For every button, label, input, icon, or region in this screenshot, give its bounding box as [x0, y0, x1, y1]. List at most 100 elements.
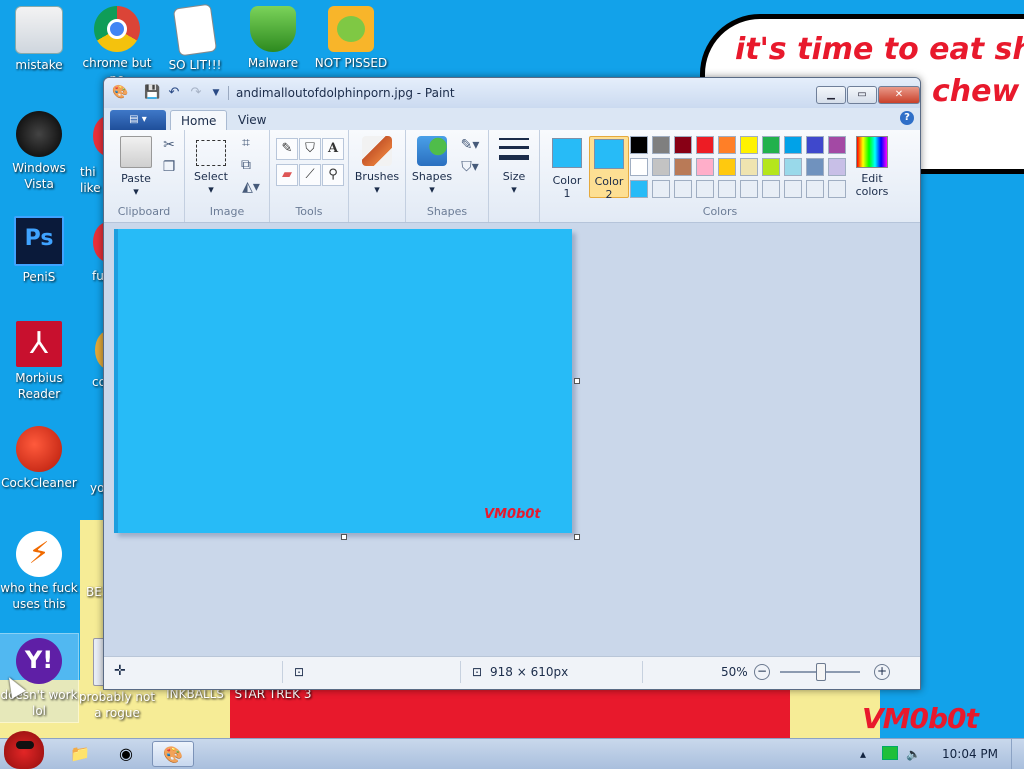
palette-color-swatch[interactable] [696, 180, 714, 198]
close-button[interactable]: ✕ [878, 86, 920, 104]
desktop-icon-label: SO LIT!!! [168, 58, 222, 72]
palette-color-swatch[interactable] [696, 158, 714, 176]
desktop-icon-who-uses-this[interactable]: ⚡ who the fuck uses this [0, 527, 78, 612]
desktop-icon-chrome[interactable]: chrome but no [78, 2, 156, 87]
zoom-out-button[interactable]: − [754, 664, 770, 680]
palette-color-swatch[interactable] [828, 136, 846, 154]
quick-access-dropdown-icon[interactable]: ▼ [208, 85, 224, 101]
zoom-level: 50% [721, 665, 748, 679]
text-icon[interactable]: A [322, 138, 344, 160]
palette-color-swatch[interactable] [828, 158, 846, 176]
help-icon[interactable]: ? [900, 111, 914, 125]
palette-color-swatch[interactable] [652, 136, 670, 154]
paint-window: 🎨 💾 ↶ ↷ ▼ andimalloutofdolphinporn.jpg -… [103, 77, 921, 690]
fill-icon[interactable]: ⛉▾ [456, 158, 484, 176]
fill-bucket-icon[interactable]: ⛉ [299, 138, 321, 160]
palette-color-swatch[interactable] [762, 180, 780, 198]
resize-handle-corner[interactable] [574, 534, 580, 540]
palette-color-swatch[interactable] [674, 158, 692, 176]
palette-color-swatch[interactable] [806, 158, 824, 176]
palette-color-swatch[interactable] [784, 158, 802, 176]
desktop-icon-label: Morbius Reader [15, 371, 63, 401]
select-button[interactable]: Select ▾ [191, 136, 231, 196]
palette-color-swatch[interactable] [762, 136, 780, 154]
taskbar-chrome-button[interactable]: ◉ [106, 741, 146, 767]
color-picker-icon[interactable]: ⟋ [299, 164, 321, 186]
cut-icon[interactable]: ✂ [160, 136, 178, 154]
palette-color-swatch[interactable] [740, 180, 758, 198]
group-size: Size ▾ [489, 130, 540, 222]
maximize-button[interactable]: ▭ [847, 86, 877, 104]
show-hidden-icons-button[interactable]: ▴ [860, 747, 866, 761]
paint-menu-button[interactable]: ▤ ▾ [110, 110, 166, 130]
copy-icon[interactable]: ❐ [160, 158, 178, 176]
zoom-slider-thumb[interactable] [816, 663, 826, 681]
tab-home[interactable]: Home [170, 110, 228, 131]
magnifier-icon[interactable]: ⚲ [322, 164, 344, 186]
desktop-icon-not-pissed[interactable]: NOT PISSED [312, 2, 390, 71]
palette-color-swatch[interactable] [718, 158, 736, 176]
desktop-icon-ccleaner[interactable]: CockCleaner [0, 422, 78, 491]
brushes-button[interactable]: Brushes ▾ [353, 136, 401, 196]
shapes-button[interactable]: Shapes ▾ [410, 136, 454, 196]
clock[interactable]: 10:04 PM [942, 747, 998, 761]
outline-icon[interactable]: ✎▾ [456, 136, 484, 154]
palette-color-swatch[interactable] [718, 180, 736, 198]
undo-icon[interactable]: ↶ [166, 85, 182, 101]
palette-color-swatch[interactable] [740, 158, 758, 176]
tab-view[interactable]: View [228, 110, 276, 130]
palette-color-swatch[interactable] [784, 136, 802, 154]
color2-button[interactable]: Color 2 [589, 136, 629, 201]
redo-icon[interactable]: ↷ [188, 85, 204, 101]
palette-color-swatch[interactable] [784, 180, 802, 198]
size-button[interactable]: Size ▾ [495, 138, 533, 196]
palette-color-swatch[interactable] [630, 158, 648, 176]
palette-color-swatch[interactable] [630, 180, 648, 198]
taskbar-explorer-button[interactable]: 📁 [60, 741, 100, 767]
desktop-icon-mistake[interactable]: mistake [0, 2, 78, 73]
rotate-icon[interactable]: ◭▾ [237, 178, 265, 196]
taskbar-paint-button[interactable]: 🎨 [152, 741, 194, 767]
save-icon[interactable]: 💾 [144, 85, 160, 101]
desktop-icon-malware[interactable]: Malware [234, 2, 312, 71]
desktop-icon-solitaire[interactable]: SO LIT!!! [156, 2, 234, 73]
palette-color-swatch[interactable] [674, 180, 692, 198]
palette-color-swatch[interactable] [762, 158, 780, 176]
ribbon-tabs: ▤ ▾ Home View ? [104, 108, 920, 131]
palette-color-swatch[interactable] [674, 136, 692, 154]
paste-button[interactable]: Paste ▾ [112, 136, 160, 198]
color1-button[interactable]: Color 1 [548, 136, 586, 200]
drawing-canvas[interactable]: VM0b0t [114, 229, 572, 533]
paint-app-icon[interactable]: 🎨 [112, 85, 128, 101]
palette-color-swatch[interactable] [696, 136, 714, 154]
paint-app-icon: 🎨 [163, 745, 183, 764]
palette-color-swatch[interactable] [652, 180, 670, 198]
resize-icon[interactable]: ⧉ [237, 156, 255, 174]
zoom-in-button[interactable]: + [874, 664, 890, 680]
palette-color-swatch[interactable] [652, 158, 670, 176]
resize-handle-right[interactable] [574, 378, 580, 384]
network-icon[interactable] [882, 746, 898, 763]
show-desktop-button[interactable] [1011, 739, 1024, 769]
palette-color-swatch[interactable] [828, 180, 846, 198]
palette-color-swatch[interactable] [806, 180, 824, 198]
selection-size-icon: ⊡ [294, 665, 305, 679]
eraser-icon[interactable]: ▰ [276, 164, 298, 186]
palette-color-swatch[interactable] [806, 136, 824, 154]
palette-color-swatch[interactable] [740, 136, 758, 154]
desktop-icon-photoshop[interactable]: Ps PeniS [0, 212, 78, 285]
desktop-icon-morbius-reader[interactable]: ⅄ Morbius Reader [0, 317, 78, 402]
canvas-workspace[interactable]: VM0b0t [104, 223, 920, 657]
volume-icon[interactable]: 🔈 [906, 747, 921, 761]
palette-color-swatch[interactable] [718, 136, 736, 154]
start-button[interactable] [4, 731, 44, 769]
title-bar[interactable]: 🎨 💾 ↶ ↷ ▼ andimalloutofdolphinporn.jpg -… [104, 78, 920, 108]
resize-handle-bottom[interactable] [341, 534, 347, 540]
canvas-signature: VM0b0t [484, 507, 541, 522]
palette-color-swatch[interactable] [630, 136, 648, 154]
edit-colors-button[interactable]: Edit colors [850, 136, 894, 198]
minimize-button[interactable]: ▁ [816, 86, 846, 104]
pencil-icon[interactable]: ✎ [276, 138, 298, 160]
desktop-icon-windows-vista[interactable]: Windows Vista [0, 107, 78, 192]
crop-icon[interactable]: ⌗ [237, 134, 255, 152]
